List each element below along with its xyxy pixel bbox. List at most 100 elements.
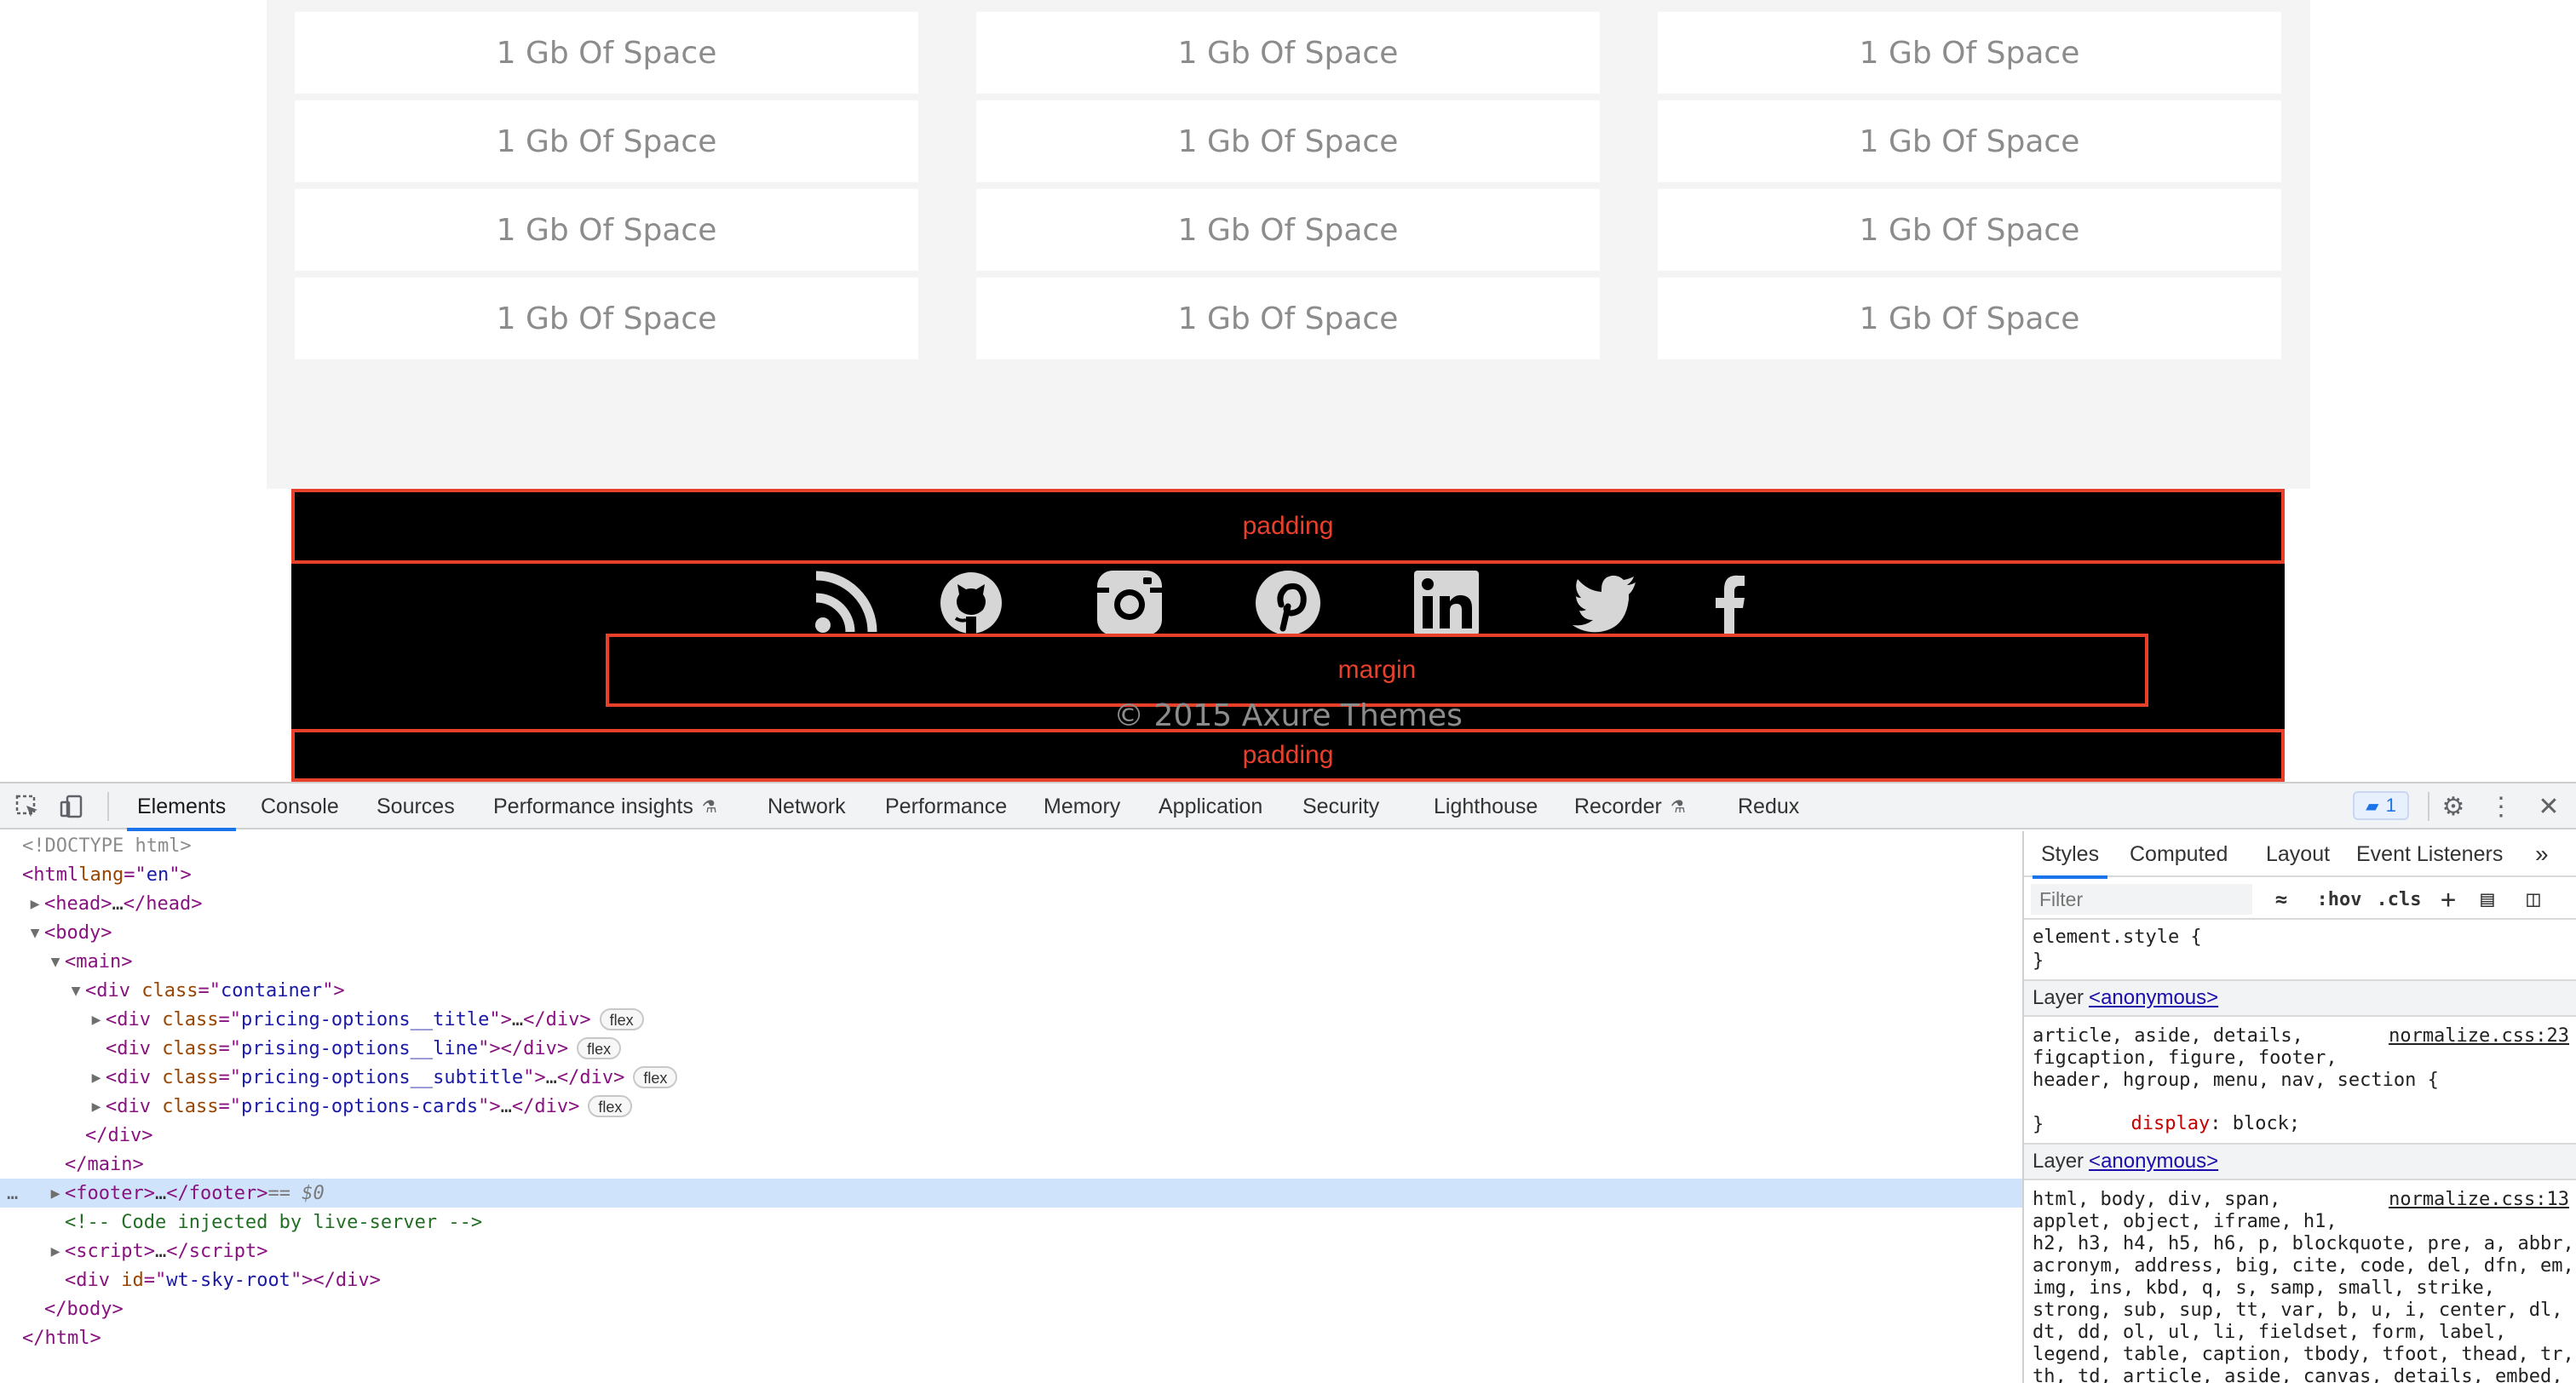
layer-link[interactable]: <anonymous> (2089, 1150, 2218, 1174)
device-toolbar-icon[interactable] (55, 792, 89, 821)
dom-node[interactable]: </div> (0, 1121, 2022, 1150)
dom-node[interactable]: ▼ < main > (0, 947, 2022, 976)
paint-icon[interactable]: ▤ (2472, 884, 2503, 915)
tab-lighthouse[interactable]: Lighthouse (1434, 783, 1538, 829)
twitter-icon[interactable] (1569, 569, 1641, 637)
tag-name: script (76, 1240, 144, 1262)
tab-recorder[interactable]: Recorder ⚗ (1574, 783, 1686, 829)
attr-name: lang (78, 864, 124, 886)
collapse-triangle-icon[interactable]: ▼ (46, 953, 65, 971)
more-tabs-icon[interactable]: » (2535, 831, 2549, 877)
tab-performance[interactable]: Performance (885, 783, 1007, 829)
linkedin-icon[interactable] (1411, 569, 1482, 637)
dom-node[interactable]: <!-- Code injected by live-server --> (0, 1208, 2022, 1237)
padding-label: padding (1242, 741, 1334, 769)
rss-icon[interactable] (809, 569, 881, 637)
facebook-icon[interactable] (1693, 569, 1765, 637)
selected-marker: == $0 (267, 1182, 325, 1204)
layer-header: Layer <anonymous> (2024, 1143, 2576, 1180)
inspect-element-icon[interactable] (10, 792, 44, 821)
expand-triangle-icon[interactable]: ▶ (46, 1185, 65, 1202)
more-icon[interactable]: … (7, 1183, 18, 1204)
card-feature: 1 Gb Of Space (295, 189, 918, 271)
dom-node[interactable]: ▶ < head >… </head > (0, 889, 2022, 918)
rule-selector: acronym, address, big, cite, code, del, … (2033, 1255, 2574, 1277)
css-property: display (2130, 1113, 2211, 1134)
card-feature: 1 Gb Of Space (1658, 12, 2281, 94)
layer-link[interactable]: <anonymous> (2089, 986, 2218, 1010)
source-link[interactable]: normalize.css:13 (2389, 1189, 2569, 1210)
toggle-styles-icon[interactable]: ≈ (2266, 884, 2297, 915)
tab-elements[interactable]: Elements (126, 783, 237, 831)
tab-application[interactable]: Application (1159, 783, 1262, 829)
expand-triangle-icon[interactable]: ▶ (46, 1242, 65, 1260)
dom-node[interactable]: ▶ <div class =" pricing-options__title ">… </… (0, 1005, 2022, 1034)
dom-node[interactable]: ▶ < script >… </script > (0, 1237, 2022, 1265)
pinterest-icon[interactable] (1252, 569, 1324, 637)
rule-selector: dt, dd, ol, ul, li, fieldset, form, labe… (2033, 1322, 2507, 1343)
styles-tabbar: Styles Computed Layout Event Listeners » (2024, 831, 2576, 879)
dom-node[interactable]: <div class =" prising-options__line "></div… (0, 1034, 2022, 1063)
rule-selector: strong, sub, sup, tt, var, b, u, i, cent… (2033, 1300, 2563, 1321)
flex-badge[interactable]: flex (633, 1066, 678, 1088)
tab-network[interactable]: Network (768, 783, 846, 829)
filter-input[interactable] (2031, 884, 2252, 915)
dom-node[interactable]: ▶ <div class =" pricing-options__subtitle ">… (0, 1063, 2022, 1092)
issues-badge[interactable]: ▰ 1 (2353, 791, 2409, 820)
settings-gear-icon[interactable]: ⚙ (2436, 791, 2470, 822)
attr-value: container (220, 979, 323, 1001)
tab-event-listeners[interactable]: Event Listeners (2356, 831, 2503, 877)
tab-computed[interactable]: Computed (2130, 831, 2228, 877)
dom-node[interactable]: </main > (0, 1150, 2022, 1179)
expand-triangle-icon[interactable]: ▶ (87, 1098, 106, 1116)
flex-badge[interactable]: flex (577, 1037, 622, 1059)
tab-sources[interactable]: Sources (377, 783, 455, 829)
collapse-triangle-icon[interactable]: ▼ (26, 924, 44, 942)
expand-triangle-icon[interactable]: ▶ (26, 895, 44, 913)
flex-badge[interactable]: flex (599, 1008, 644, 1030)
expand-triangle-icon[interactable]: ▶ (87, 1069, 106, 1087)
source-link[interactable]: normalize.css:23 (2389, 1025, 2569, 1047)
rule-selector: th, td, article, aside, canvas, details,… (2033, 1366, 2563, 1383)
tab-memory[interactable]: Memory (1044, 783, 1120, 829)
element-style-rule[interactable]: element.style { (2033, 927, 2202, 948)
attr-value: pricing-options-cards (240, 1095, 479, 1117)
tab-redux[interactable]: Redux (1738, 783, 1799, 829)
dom-node[interactable]: </html > (0, 1323, 2022, 1352)
dom-node[interactable]: </body > (0, 1294, 2022, 1323)
card-feature: 1 Gb Of Space (1658, 100, 2281, 182)
tag-name: html (44, 1327, 90, 1349)
dom-node[interactable]: <div id =" wt-sky-root "></div> (0, 1265, 2022, 1294)
experiment-icon: ⚗ (1670, 797, 1686, 817)
cls-button[interactable]: .cls (2373, 884, 2424, 915)
dom-node[interactable]: ▼ <div class =" container "> (0, 976, 2022, 1005)
tab-console[interactable]: Console (261, 783, 339, 829)
tab-security[interactable]: Security (1302, 783, 1379, 829)
dom-node[interactable]: ▼ < body > (0, 918, 2022, 947)
rule-selector: header, hgroup, menu, nav, section { (2033, 1070, 2439, 1091)
margin-overlay: margin (606, 634, 2148, 707)
attr-value: pricing-options__subtitle (240, 1066, 524, 1088)
hov-button[interactable]: :hov (2314, 884, 2365, 915)
github-icon[interactable] (935, 569, 1007, 637)
tag-name: script (188, 1240, 257, 1262)
toggle-sidebar-icon[interactable]: ◫ (2516, 884, 2550, 915)
instagram-icon[interactable] (1094, 569, 1165, 637)
tab-performance-insights[interactable]: Performance insights ⚗ (493, 783, 717, 829)
dom-node[interactable]: < html lang =" en "> (0, 860, 2022, 889)
devtools-panel: Elements Console Sources Performance ins… (0, 782, 2576, 1383)
close-icon[interactable]: ✕ (2532, 791, 2566, 822)
more-options-icon[interactable]: ⋮ (2484, 791, 2518, 822)
tab-layout[interactable]: Layout (2266, 831, 2330, 877)
attr-value: en (146, 864, 170, 886)
layer-header: Layer <anonymous> (2024, 979, 2576, 1017)
dom-node-selected[interactable]: … ▶ < footer >… </footer > == $0 (0, 1179, 2022, 1208)
tab-styles[interactable]: Styles (2032, 831, 2108, 879)
collapse-triangle-icon[interactable]: ▼ (66, 982, 85, 1000)
flex-badge[interactable]: flex (588, 1095, 633, 1117)
dom-node[interactable]: <!DOCTYPE html> (0, 831, 2022, 860)
add-rule-icon[interactable]: + (2433, 884, 2464, 915)
dom-node[interactable]: ▶ <div class =" pricing-options-cards ">… </d… (0, 1092, 2022, 1121)
tag-name: footer (76, 1182, 144, 1204)
expand-triangle-icon[interactable]: ▶ (87, 1011, 106, 1029)
